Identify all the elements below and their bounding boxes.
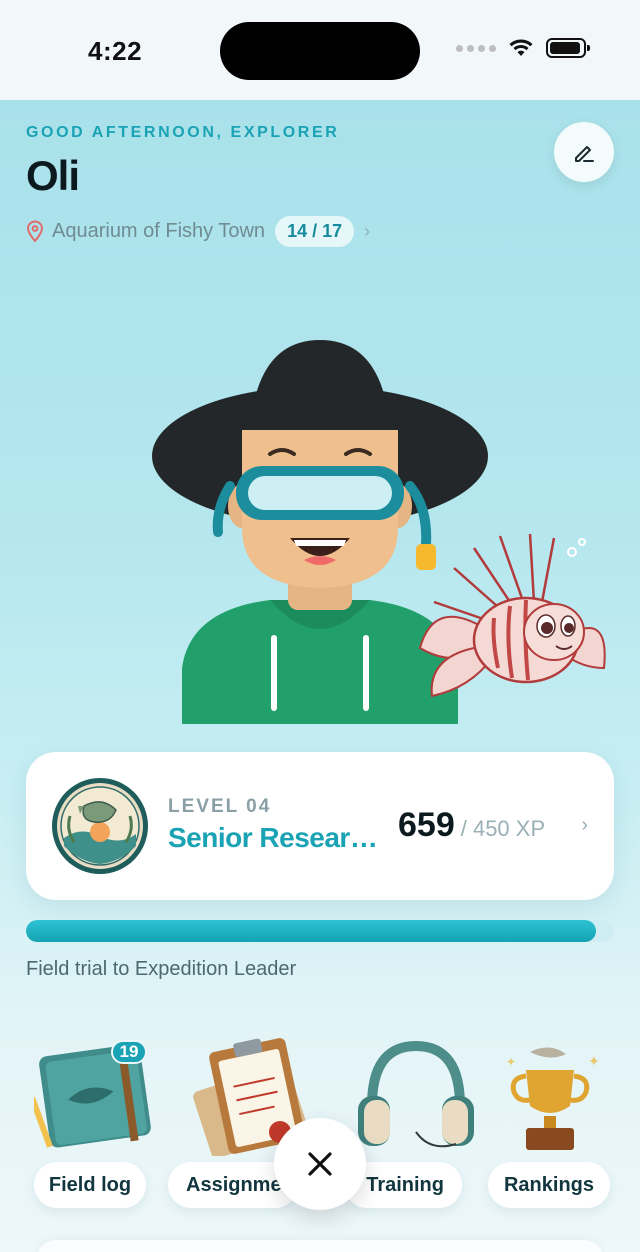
level-progress-fill xyxy=(26,920,597,942)
status-indicators xyxy=(456,38,590,58)
chevron-right-icon: › xyxy=(364,220,371,241)
xp-current: 659 xyxy=(398,806,455,844)
user-name: Oli xyxy=(26,152,80,199)
field-log-notebook-icon xyxy=(29,1036,174,1156)
chevron-right-icon: › xyxy=(581,814,588,836)
edit-profile-button[interactable] xyxy=(554,122,614,182)
lionfish-mascot xyxy=(414,528,610,714)
wifi-icon xyxy=(509,39,533,56)
level-label: LEVEL 04 xyxy=(168,796,272,817)
location-progress-badge: 14 / 17 xyxy=(275,215,355,247)
location-name: Aquarium of Fishy Town xyxy=(52,219,266,242)
level-badge-icon xyxy=(50,776,150,876)
dynamic-island xyxy=(220,22,420,80)
greeting-text: GOOD AFTERNOON, EXPLORER xyxy=(26,124,340,141)
pencil-icon xyxy=(575,146,594,162)
status-time: 4:22 xyxy=(88,36,143,66)
level-progress-bar xyxy=(26,920,614,942)
close-button[interactable] xyxy=(274,1118,366,1210)
field-log-count-badge: 19 xyxy=(111,1040,147,1064)
level-card[interactable]: LEVEL 04 Senior Researcher 659 / 450 XP … xyxy=(26,752,614,900)
location-row[interactable]: Aquarium of Fishy Town 14 / 17 › xyxy=(26,214,370,248)
location-pin-icon xyxy=(26,220,44,242)
xp-max: / 450 XP xyxy=(460,816,546,841)
xp-counter: 659 / 450 XP xyxy=(398,806,545,845)
status-bar: 4:22 xyxy=(0,0,640,100)
svg-text:✦: ✦ xyxy=(588,1054,600,1070)
bottom-sheet-peek xyxy=(36,1240,604,1252)
progress-caption: Field trial to Expedition Leader xyxy=(26,958,297,980)
rankings-button[interactable]: Rankings xyxy=(488,1162,610,1208)
level-title: Senior Researcher xyxy=(168,822,382,853)
signal-icon xyxy=(456,44,496,52)
close-icon xyxy=(308,1152,332,1176)
training-headphones-icon xyxy=(350,1036,490,1156)
battery-icon xyxy=(546,38,590,58)
svg-text:✦: ✦ xyxy=(506,1055,516,1069)
rankings-trophy-icon: ✦ ✦ xyxy=(496,1036,636,1156)
field-log-button[interactable]: Field log xyxy=(34,1162,146,1208)
